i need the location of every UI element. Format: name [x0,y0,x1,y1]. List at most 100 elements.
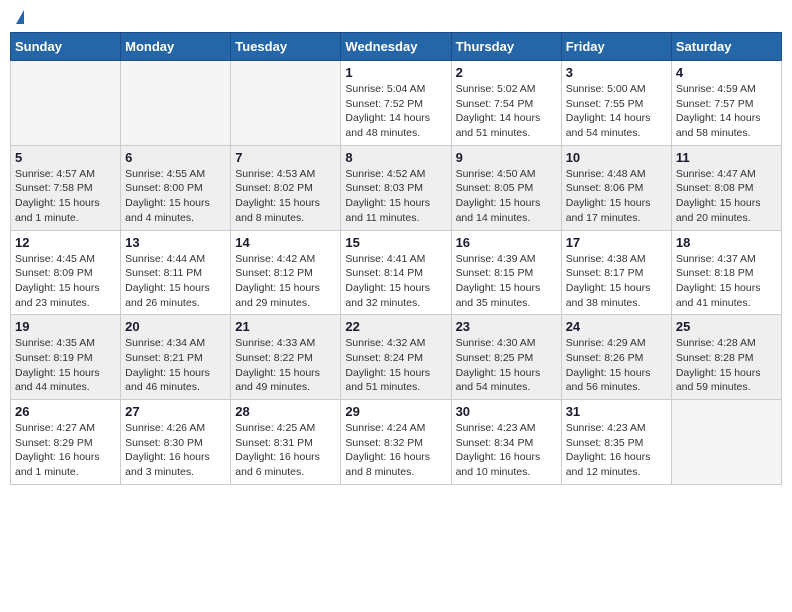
day-number: 26 [15,404,116,419]
calendar-cell: 9 Sunrise: 4:50 AM Sunset: 8:05 PM Daylig… [451,145,561,230]
day-info: Sunrise: 4:44 AM Sunset: 8:11 PM Dayligh… [125,252,226,311]
day-info: Sunrise: 4:24 AM Sunset: 8:32 PM Dayligh… [345,421,446,480]
day-info: Sunrise: 4:29 AM Sunset: 8:26 PM Dayligh… [566,336,667,395]
weekday-header-friday: Friday [561,33,671,61]
calendar-cell: 29 Sunrise: 4:24 AM Sunset: 8:32 PM Dayli… [341,400,451,485]
calendar-cell: 31 Sunrise: 4:23 AM Sunset: 8:35 PM Dayli… [561,400,671,485]
weekday-header-row: SundayMondayTuesdayWednesdayThursdayFrid… [11,33,782,61]
weekday-header-saturday: Saturday [671,33,781,61]
calendar-cell: 24Sunrise: 4:29 AM Sunset: 8:26 PM Dayli… [561,315,671,400]
day-number: 22 [345,319,446,334]
calendar-cell: 20 Sunrise: 4:34 AM Sunset: 8:21 PM Dayli… [121,315,231,400]
calendar-cell: 28 Sunrise: 4:25 AM Sunset: 8:31 PM Dayli… [231,400,341,485]
day-info: Sunrise: 4:35 AM Sunset: 8:19 PM Dayligh… [15,336,116,395]
day-info: Sunrise: 4:33 AM Sunset: 8:22 PM Dayligh… [235,336,336,395]
day-info: Sunrise: 4:57 AM Sunset: 7:58 PM Dayligh… [15,167,116,226]
day-info: Sunrise: 5:00 AM Sunset: 7:55 PM Dayligh… [566,82,667,141]
day-info: Sunrise: 4:27 AM Sunset: 8:29 PM Dayligh… [15,421,116,480]
day-info: Sunrise: 4:42 AM Sunset: 8:12 PM Dayligh… [235,252,336,311]
weekday-header-tuesday: Tuesday [231,33,341,61]
weekday-header-monday: Monday [121,33,231,61]
day-number: 2 [456,65,557,80]
day-number: 3 [566,65,667,80]
calendar-cell: 21 Sunrise: 4:33 AM Sunset: 8:22 PM Dayli… [231,315,341,400]
day-info: Sunrise: 4:30 AM Sunset: 8:25 PM Dayligh… [456,336,557,395]
calendar-cell [671,400,781,485]
day-number: 21 [235,319,336,334]
day-number: 14 [235,235,336,250]
day-info: Sunrise: 4:50 AM Sunset: 8:05 PM Dayligh… [456,167,557,226]
day-number: 28 [235,404,336,419]
day-info: Sunrise: 4:38 AM Sunset: 8:17 PM Dayligh… [566,252,667,311]
day-number: 6 [125,150,226,165]
day-number: 19 [15,319,116,334]
calendar-cell: 3 Sunrise: 5:00 AM Sunset: 7:55 PM Daylig… [561,61,671,146]
day-number: 31 [566,404,667,419]
day-info: Sunrise: 4:37 AM Sunset: 8:18 PM Dayligh… [676,252,777,311]
calendar-cell: 13 Sunrise: 4:44 AM Sunset: 8:11 PM Dayli… [121,230,231,315]
day-info: Sunrise: 4:34 AM Sunset: 8:21 PM Dayligh… [125,336,226,395]
day-info: Sunrise: 4:48 AM Sunset: 8:06 PM Dayligh… [566,167,667,226]
day-number: 8 [345,150,446,165]
calendar-cell: 16 Sunrise: 4:39 AM Sunset: 8:15 PM Dayli… [451,230,561,315]
day-info: Sunrise: 4:23 AM Sunset: 8:34 PM Dayligh… [456,421,557,480]
weekday-header-thursday: Thursday [451,33,561,61]
calendar-table: SundayMondayTuesdayWednesdayThursdayFrid… [10,32,782,485]
calendar-cell [11,61,121,146]
calendar-cell: 14 Sunrise: 4:42 AM Sunset: 8:12 PM Dayli… [231,230,341,315]
day-number: 5 [15,150,116,165]
calendar-cell: 26 Sunrise: 4:27 AM Sunset: 8:29 PM Dayli… [11,400,121,485]
day-number: 9 [456,150,557,165]
calendar-cell: 5 Sunrise: 4:57 AM Sunset: 7:58 PM Daylig… [11,145,121,230]
day-number: 25 [676,319,777,334]
logo [14,10,24,24]
day-number: 20 [125,319,226,334]
calendar-cell [231,61,341,146]
day-info: Sunrise: 4:39 AM Sunset: 8:15 PM Dayligh… [456,252,557,311]
calendar-cell: 6 Sunrise: 4:55 AM Sunset: 8:00 PM Daylig… [121,145,231,230]
day-number: 16 [456,235,557,250]
calendar-week-row: 26 Sunrise: 4:27 AM Sunset: 8:29 PM Dayli… [11,400,782,485]
day-number: 17 [566,235,667,250]
day-number: 15 [345,235,446,250]
day-number: 29 [345,404,446,419]
calendar-cell: 1Sunrise: 5:04 AM Sunset: 7:52 PM Daylig… [341,61,451,146]
day-info: Sunrise: 5:02 AM Sunset: 7:54 PM Dayligh… [456,82,557,141]
day-number: 11 [676,150,777,165]
day-info: Sunrise: 4:55 AM Sunset: 8:00 PM Dayligh… [125,167,226,226]
day-number: 12 [15,235,116,250]
calendar-cell: 8Sunrise: 4:52 AM Sunset: 8:03 PM Daylig… [341,145,451,230]
calendar-cell: 23 Sunrise: 4:30 AM Sunset: 8:25 PM Dayli… [451,315,561,400]
day-info: Sunrise: 4:45 AM Sunset: 8:09 PM Dayligh… [15,252,116,311]
calendar-cell: 17 Sunrise: 4:38 AM Sunset: 8:17 PM Dayli… [561,230,671,315]
calendar-cell: 12 Sunrise: 4:45 AM Sunset: 8:09 PM Dayli… [11,230,121,315]
calendar-cell: 7 Sunrise: 4:53 AM Sunset: 8:02 PM Daylig… [231,145,341,230]
day-number: 10 [566,150,667,165]
calendar-cell: 2 Sunrise: 5:02 AM Sunset: 7:54 PM Daylig… [451,61,561,146]
calendar-week-row: 1Sunrise: 5:04 AM Sunset: 7:52 PM Daylig… [11,61,782,146]
day-info: Sunrise: 4:23 AM Sunset: 8:35 PM Dayligh… [566,421,667,480]
calendar-cell [121,61,231,146]
day-info: Sunrise: 4:25 AM Sunset: 8:31 PM Dayligh… [235,421,336,480]
day-number: 23 [456,319,557,334]
calendar-cell: 22 Sunrise: 4:32 AM Sunset: 8:24 PM Dayli… [341,315,451,400]
calendar-cell: 10 Sunrise: 4:48 AM Sunset: 8:06 PM Dayli… [561,145,671,230]
logo-triangle-icon [16,10,24,24]
day-number: 27 [125,404,226,419]
day-number: 1 [345,65,446,80]
calendar-cell: 18Sunrise: 4:37 AM Sunset: 8:18 PM Dayli… [671,230,781,315]
day-number: 13 [125,235,226,250]
calendar-cell: 19 Sunrise: 4:35 AM Sunset: 8:19 PM Dayli… [11,315,121,400]
calendar-cell: 25Sunrise: 4:28 AM Sunset: 8:28 PM Dayli… [671,315,781,400]
day-info: Sunrise: 4:47 AM Sunset: 8:08 PM Dayligh… [676,167,777,226]
weekday-header-sunday: Sunday [11,33,121,61]
calendar-cell: 4Sunrise: 4:59 AM Sunset: 7:57 PM Daylig… [671,61,781,146]
day-info: Sunrise: 4:53 AM Sunset: 8:02 PM Dayligh… [235,167,336,226]
calendar-week-row: 19 Sunrise: 4:35 AM Sunset: 8:19 PM Dayli… [11,315,782,400]
calendar-week-row: 5 Sunrise: 4:57 AM Sunset: 7:58 PM Daylig… [11,145,782,230]
day-number: 30 [456,404,557,419]
page-header [10,10,782,24]
day-info: Sunrise: 4:59 AM Sunset: 7:57 PM Dayligh… [676,82,777,141]
day-number: 7 [235,150,336,165]
day-info: Sunrise: 4:32 AM Sunset: 8:24 PM Dayligh… [345,336,446,395]
